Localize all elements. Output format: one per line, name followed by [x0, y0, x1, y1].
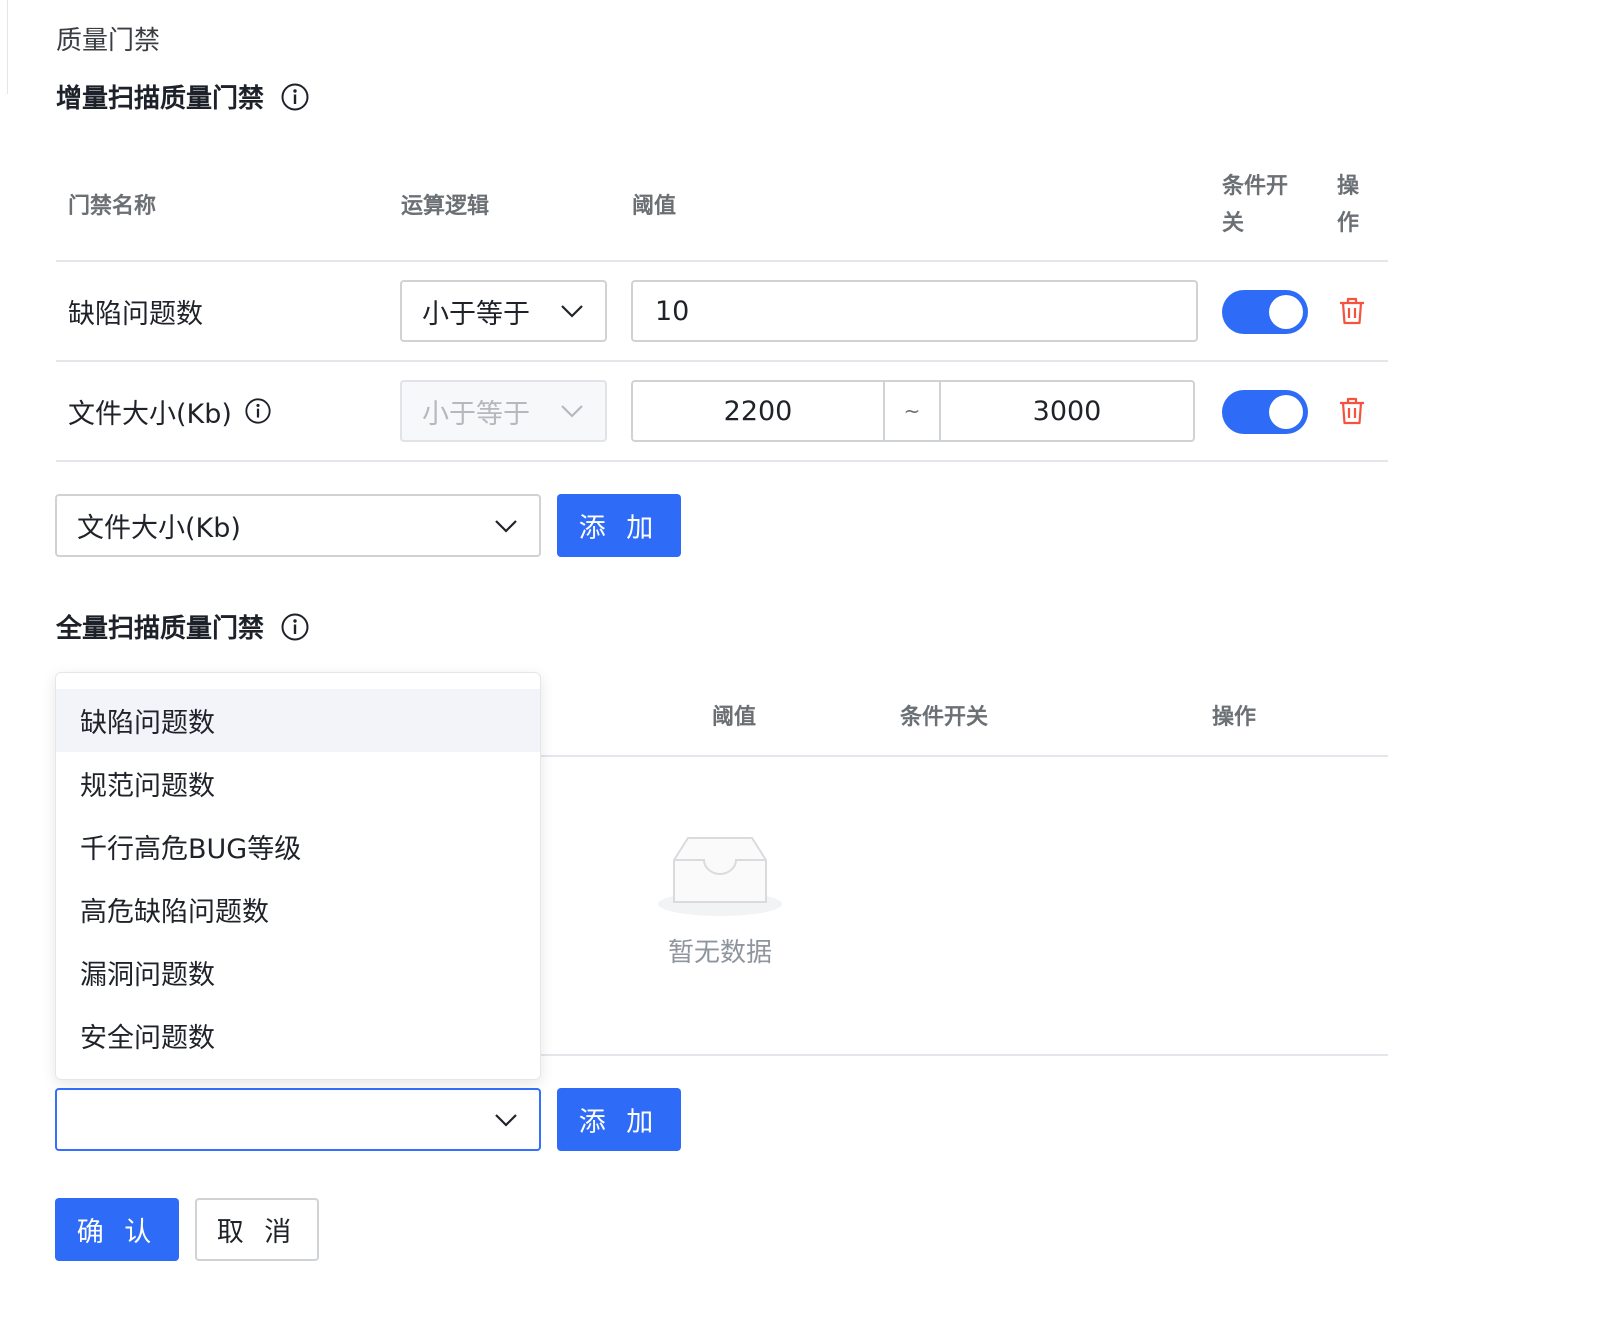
full-title-text: 全量扫描质量门禁: [56, 614, 265, 644]
condition-switch[interactable]: [1222, 390, 1308, 434]
col-header-switch-line1: 条件开: [1222, 174, 1289, 199]
threshold-range: 2200 ~ 3000: [631, 380, 1195, 442]
dropdown-option[interactable]: 规范问题数: [56, 752, 540, 815]
dropdown-option[interactable]: 漏洞问题数: [56, 941, 540, 1004]
switch-knob: [1269, 395, 1303, 429]
add-button[interactable]: 添 加: [557, 494, 681, 557]
gate-name: 缺陷问题数: [68, 298, 203, 330]
full-section-title: 全量扫描质量门禁: [56, 608, 310, 645]
col-header-switch: 条件开关: [900, 705, 989, 730]
table-divider: [56, 360, 1388, 362]
range-separator: ~: [883, 382, 941, 440]
col-header-action: 操 作: [1337, 168, 1359, 242]
col-header-logic: 运算逻辑: [401, 194, 490, 219]
add-gate-select-value: 文件大小(Kb): [77, 513, 241, 544]
operator-value: 小于等于: [422, 298, 530, 330]
col-header-threshold: 阈值: [712, 705, 757, 730]
chevron-down-icon: [493, 518, 519, 534]
condition-switch[interactable]: [1222, 290, 1308, 334]
info-icon[interactable]: [280, 612, 310, 642]
info-icon[interactable]: [244, 397, 272, 425]
dropdown-option[interactable]: 千行高危BUG等级: [56, 815, 540, 878]
empty-state: 暂无数据: [650, 830, 790, 969]
add-button[interactable]: 添 加: [557, 1088, 681, 1151]
col-header-gate-name: 门禁名称: [68, 194, 157, 219]
add-gate-select[interactable]: [55, 1088, 541, 1151]
page-title: 质量门禁: [56, 26, 161, 56]
gate-options-dropdown: 缺陷问题数 规范问题数 千行高危BUG等级 高危缺陷问题数 漏洞问题数 安全问题…: [55, 672, 541, 1080]
dropdown-option[interactable]: 安全问题数: [56, 1004, 540, 1067]
col-header-action-line2: 作: [1337, 211, 1360, 236]
trash-icon[interactable]: [1338, 396, 1366, 426]
add-gate-select[interactable]: 文件大小(Kb): [55, 494, 541, 557]
col-header-switch-line2: 关: [1222, 211, 1245, 236]
operator-value: 小于等于: [422, 398, 530, 430]
col-header-action: 操作: [1212, 705, 1257, 730]
switch-knob: [1269, 295, 1303, 329]
operator-select-disabled: 小于等于: [400, 380, 607, 442]
chevron-down-icon: [559, 403, 585, 419]
threshold-input[interactable]: 10: [631, 280, 1198, 342]
chevron-down-icon: [559, 303, 585, 319]
col-header-switch: 条件开 关: [1222, 168, 1288, 242]
operator-select[interactable]: 小于等于: [400, 280, 607, 342]
gate-name: 文件大小(Kb): [68, 380, 272, 442]
cancel-button[interactable]: 取 消: [195, 1198, 319, 1261]
incremental-title-text: 增量扫描质量门禁: [56, 84, 265, 114]
col-header-threshold: 阈值: [632, 194, 677, 219]
gate-name-text: 文件大小(Kb): [68, 398, 232, 430]
range-min-input[interactable]: 2200: [633, 382, 883, 440]
chevron-down-icon: [493, 1112, 519, 1128]
table-divider: [56, 260, 1388, 262]
incremental-section-title: 增量扫描质量门禁: [56, 78, 310, 115]
table-divider: [56, 460, 1388, 462]
empty-inbox-icon: [658, 837, 782, 916]
col-header-action-line1: 操: [1337, 174, 1360, 199]
info-icon[interactable]: [280, 82, 310, 112]
dropdown-option[interactable]: 高危缺陷问题数: [56, 878, 540, 941]
trash-icon[interactable]: [1338, 296, 1366, 326]
empty-text: 暂无数据: [667, 938, 772, 968]
range-max-input[interactable]: 3000: [941, 382, 1193, 440]
dropdown-option[interactable]: 缺陷问题数: [56, 689, 540, 752]
confirm-button[interactable]: 确 认: [55, 1198, 179, 1261]
left-border: [7, 0, 8, 94]
